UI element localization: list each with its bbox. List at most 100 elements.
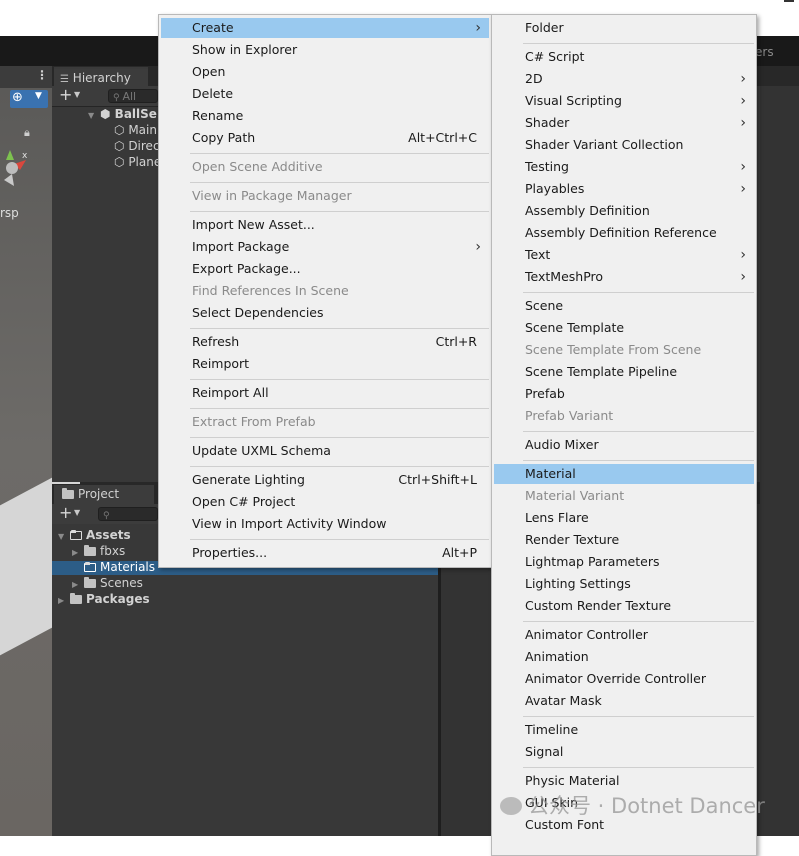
expand-arrow-icon[interactable]: ▼ [88, 111, 100, 120]
menu-item-shader-variant-collection[interactable]: Shader Variant Collection [494, 135, 754, 155]
menu-item-export-package[interactable]: Export Package... [161, 259, 489, 279]
menu-item-scene[interactable]: Scene [494, 296, 754, 316]
add-icon[interactable]: + [59, 504, 72, 522]
chevron-down-icon[interactable]: ▼ [74, 508, 80, 517]
menu-item-open-csharp-project[interactable]: Open C# Project [161, 492, 489, 512]
tab-project[interactable]: Project [54, 485, 154, 504]
menu-item-avatar-mask[interactable]: Avatar Mask [494, 691, 754, 711]
menu-item-label: Find References In Scene [192, 283, 349, 298]
menu-item-animation[interactable]: Animation [494, 647, 754, 667]
menu-item-csharp-script[interactable]: C# Script [494, 47, 754, 67]
collapse-arrow-icon[interactable]: ▶ [72, 548, 84, 557]
menu-item-label: Delete [192, 86, 234, 101]
hierarchy-search-input[interactable]: ⚲ All [108, 89, 158, 103]
add-icon[interactable]: + [59, 86, 72, 104]
hierarchy-item[interactable]: ⬡ Main [114, 123, 157, 137]
menu-item-import-new-asset[interactable]: Import New Asset... [161, 215, 489, 235]
more-options-icon[interactable]: ⋮ [36, 68, 48, 82]
menu-item-timeline[interactable]: Timeline [494, 720, 754, 740]
menu-item-import-package[interactable]: Import Package › [161, 237, 489, 257]
menu-item-label: Copy Path [192, 130, 256, 145]
menu-item-open[interactable]: Open [161, 62, 489, 82]
menu-item-shader[interactable]: Shader › [494, 113, 754, 133]
menu-item-prefab-variant: Prefab Variant [494, 406, 754, 426]
lock-icon[interactable]: 🔒︎ [24, 126, 30, 140]
menu-item-2d[interactable]: 2D › [494, 69, 754, 89]
menu-item-reimport[interactable]: Reimport [161, 354, 489, 374]
menu-item-select-dependencies[interactable]: Select Dependencies [161, 303, 489, 323]
chevron-down-icon[interactable]: ▼ [74, 90, 80, 99]
menu-separator [190, 328, 489, 329]
menu-item-signal[interactable]: Signal [494, 742, 754, 762]
menu-item-label: Animation [525, 649, 589, 664]
tree-item-packages[interactable]: ▶ Packages [58, 592, 150, 606]
submenu-arrow-icon: › [740, 115, 746, 131]
menu-item-label: Generate Lighting [192, 472, 305, 487]
menu-item-textmeshpro[interactable]: TextMeshPro › [494, 267, 754, 287]
assets-context-menu: Create › Show in Explorer Open Delete Ren… [158, 14, 492, 568]
menu-item-update-uxml-schema[interactable]: Update UXML Schema [161, 441, 489, 461]
menu-item-custom-render-texture[interactable]: Custom Render Texture [494, 596, 754, 616]
collapse-arrow-icon[interactable]: ▶ [58, 596, 70, 605]
menu-item-animator-override-controller[interactable]: Animator Override Controller [494, 669, 754, 689]
menu-item-show-in-explorer[interactable]: Show in Explorer [161, 40, 489, 60]
menu-item-physic-material[interactable]: Physic Material [494, 771, 754, 791]
menu-item-text[interactable]: Text › [494, 245, 754, 265]
menu-item-label: Lighting Settings [525, 576, 631, 591]
menu-separator [523, 43, 754, 44]
menu-item-assembly-definition-reference[interactable]: Assembly Definition Reference [494, 223, 754, 243]
perspective-label[interactable]: rsp [0, 206, 19, 220]
menu-item-reimport-all[interactable]: Reimport All [161, 383, 489, 403]
tree-item-assets[interactable]: ▼ Assets [58, 528, 131, 542]
menu-item-open-scene-additive: Open Scene Additive [161, 157, 489, 177]
tree-item-scenes[interactable]: ▶ Scenes [72, 576, 143, 590]
menu-item-animator-controller[interactable]: Animator Controller [494, 625, 754, 645]
submenu-arrow-icon: › [740, 269, 746, 285]
menu-item-properties[interactable]: Properties... Alt+P [161, 543, 489, 563]
menu-item-generate-lighting[interactable]: Generate Lighting Ctrl+Shift+L [161, 470, 489, 490]
menu-item-playables[interactable]: Playables › [494, 179, 754, 199]
menu-item-lens-flare[interactable]: Lens Flare [494, 508, 754, 528]
project-search-input[interactable]: ⚲ [98, 507, 158, 521]
shortcut-label: Ctrl+R [435, 334, 477, 349]
gameobject-cube-icon: ⬡ [114, 123, 125, 137]
menu-item-label: Assembly Definition Reference [525, 225, 717, 240]
expand-arrow-icon[interactable]: ▼ [58, 532, 70, 541]
menu-item-create[interactable]: Create › [161, 18, 489, 38]
menu-item-label: Export Package... [192, 261, 301, 276]
menu-item-lighting-settings[interactable]: Lighting Settings [494, 574, 754, 594]
menu-item-label: Animator Override Controller [525, 671, 706, 686]
menu-separator [190, 466, 489, 467]
gizmo-toggle-button[interactable]: ⊕ ▼ [10, 90, 48, 108]
menu-item-testing[interactable]: Testing › [494, 157, 754, 177]
scene-row[interactable]: ▼ ⬢ BallSe [88, 107, 157, 121]
scene-view[interactable] [0, 88, 52, 836]
menu-item-material[interactable]: Material [494, 464, 754, 484]
scene-name: BallSe [114, 107, 157, 121]
menu-item-assembly-definition[interactable]: Assembly Definition [494, 201, 754, 221]
menu-item-prefab[interactable]: Prefab [494, 384, 754, 404]
menu-separator [523, 621, 754, 622]
menu-item-render-texture[interactable]: Render Texture [494, 530, 754, 550]
hierarchy-item[interactable]: ⬡ Direc [114, 139, 160, 153]
hierarchy-item[interactable]: ⬡ Plane [114, 155, 161, 169]
menu-item-folder[interactable]: Folder [494, 18, 754, 38]
folder-icon [84, 545, 96, 556]
tree-item-materials[interactable]: Materials [72, 560, 155, 574]
tree-item-fbxs[interactable]: ▶ fbxs [72, 544, 125, 558]
scene-orientation-gizmo[interactable]: x [0, 130, 40, 190]
menu-item-label: Lightmap Parameters [525, 554, 660, 569]
menu-item-copy-path[interactable]: Copy Path Alt+Ctrl+C [161, 128, 489, 148]
menu-item-refresh[interactable]: Refresh Ctrl+R [161, 332, 489, 352]
menu-item-visual-scripting[interactable]: Visual Scripting › [494, 91, 754, 111]
menu-item-lightmap-parameters[interactable]: Lightmap Parameters [494, 552, 754, 572]
menu-item-scene-template-pipeline[interactable]: Scene Template Pipeline [494, 362, 754, 382]
menu-item-label: Text [525, 247, 551, 262]
collapse-arrow-icon[interactable]: ▶ [72, 580, 84, 589]
menu-item-delete[interactable]: Delete [161, 84, 489, 104]
tree-item-label: Packages [86, 592, 150, 606]
menu-item-audio-mixer[interactable]: Audio Mixer [494, 435, 754, 455]
menu-item-rename[interactable]: Rename [161, 106, 489, 126]
menu-item-view-import-activity[interactable]: View in Import Activity Window [161, 514, 489, 534]
menu-item-scene-template[interactable]: Scene Template [494, 318, 754, 338]
